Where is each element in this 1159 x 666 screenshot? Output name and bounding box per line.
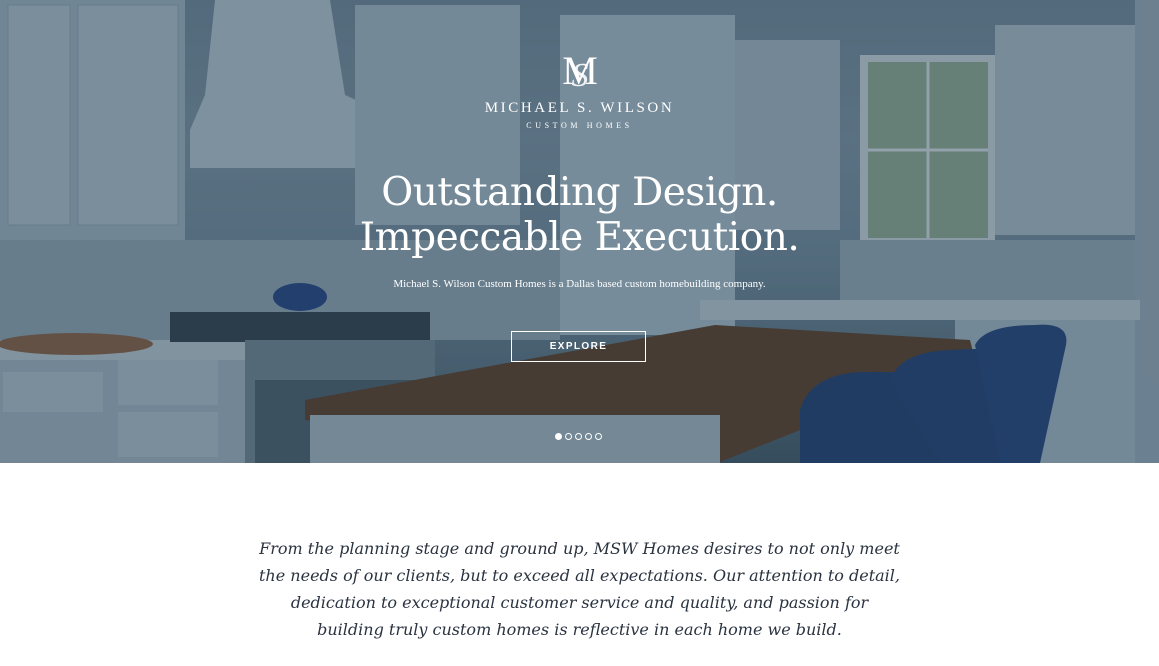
intro-statement: From the planning stage and ground up, M… bbox=[0, 535, 1159, 643]
intro-line-2: the needs of our clients, but to exceed … bbox=[259, 566, 900, 585]
hero-headline: Outstanding Design. Impeccable Execution… bbox=[0, 170, 1159, 260]
headline-line-2: Impeccable Execution. bbox=[359, 215, 800, 260]
slider-pagination bbox=[555, 433, 602, 440]
msw-monogram-logo: M S bbox=[562, 48, 598, 92]
brand-name: MICHAEL S. WILSON bbox=[484, 100, 675, 116]
hero-banner: M S MICHAEL S. WILSON CUSTOM HOMES Outst… bbox=[0, 0, 1159, 463]
intro-line-1: From the planning stage and ground up, M… bbox=[259, 539, 900, 558]
brand-logo[interactable]: M S MICHAEL S. WILSON CUSTOM HOMES bbox=[0, 46, 1159, 130]
headline-line-1: Outstanding Design. bbox=[381, 170, 778, 215]
intro-line-4: building truly custom homes is reflectiv… bbox=[317, 620, 842, 639]
hero-subline: Michael S. Wilson Custom Homes is a Dall… bbox=[393, 278, 766, 290]
brand-tagline: CUSTOM HOMES bbox=[526, 121, 633, 130]
explore-button[interactable]: EXPLORE bbox=[511, 331, 646, 362]
slider-dot-5[interactable] bbox=[595, 433, 602, 440]
slider-dot-2[interactable] bbox=[565, 433, 572, 440]
intro-line-3: dedication to exceptional customer servi… bbox=[290, 593, 869, 612]
slider-dot-4[interactable] bbox=[585, 433, 592, 440]
svg-text:S: S bbox=[571, 57, 588, 92]
slider-dot-3[interactable] bbox=[575, 433, 582, 440]
slider-dot-1[interactable] bbox=[555, 433, 562, 440]
